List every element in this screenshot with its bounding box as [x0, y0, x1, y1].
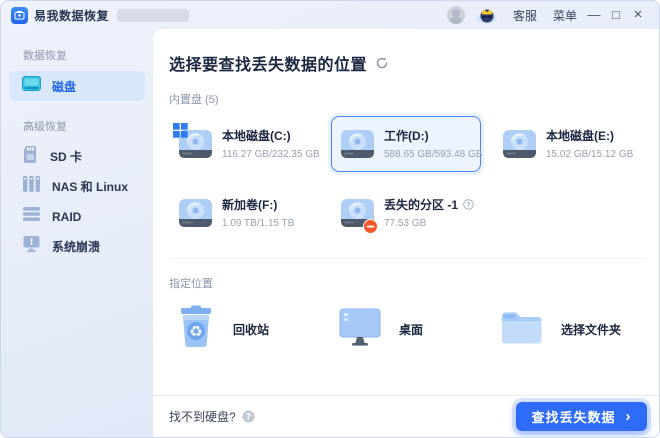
hard-drive-icon — [176, 195, 214, 231]
sidebar-item-raid[interactable]: RAID — [9, 202, 145, 231]
location-label: 选择文件夹 — [561, 321, 621, 338]
raid-array-icon — [22, 206, 41, 227]
lost-partition-badge-icon — [363, 219, 378, 234]
drive-grid: 本地磁盘(C:) 116.27 GB/232.35 GB 工作(D:) — [169, 116, 647, 241]
drive-name: 工作(D:) — [384, 127, 472, 144]
app-title: 易我数据恢复 — [34, 7, 109, 24]
drive-card-d-selected[interactable]: 工作(D:) 588.65 GB/593.48 GB — [331, 116, 481, 172]
location-recycle-bin[interactable]: ♻ 回收站 — [169, 304, 319, 355]
svg-text:?: ? — [246, 413, 251, 423]
drive-card-c[interactable]: 本地磁盘(C:) 116.27 GB/232.35 GB — [169, 116, 319, 172]
drive-capacity: 588.65 GB/593.48 GB — [384, 149, 482, 160]
vip-badge-icon[interactable] — [475, 6, 499, 24]
drive-card-f[interactable]: 新加卷(F:) 1.09 TB/1.15 TB — [169, 185, 319, 241]
hard-drive-icon — [500, 126, 538, 162]
folder-icon — [499, 308, 545, 351]
section-divider — [169, 258, 647, 259]
internal-drives-label: 内置盘 (5) — [169, 91, 647, 107]
location-desktop[interactable]: 桌面 — [331, 304, 481, 355]
minimize-icon[interactable]: — — [583, 1, 605, 29]
location-select-folder[interactable]: 选择文件夹 — [493, 304, 643, 355]
drive-capacity: 116.27 GB/232.35 GB — [222, 149, 320, 160]
maximize-icon[interactable]: □ — [605, 1, 627, 29]
drive-name: 本地磁盘(E:) — [546, 127, 633, 144]
sidebar-item-system-crash[interactable]: ! 系统崩溃 — [9, 232, 145, 261]
drive-card-lost-partition[interactable]: 丢失的分区 -1 ? 77.53 GB — [331, 185, 481, 241]
hard-drive-icon — [338, 195, 376, 231]
location-label: 回收站 — [233, 321, 269, 338]
drive-capacity: 15.02 GB/15.12 GB — [546, 149, 633, 160]
svg-text:♻: ♻ — [189, 323, 202, 341]
system-crash-icon: ! — [22, 235, 41, 258]
help-circle-icon[interactable]: ? — [242, 410, 255, 423]
drive-name: 新加卷(F:) — [222, 196, 294, 213]
chevron-right-icon: › — [626, 409, 632, 424]
app-window: 易我数据恢复 客服 菜单 — □ × 数据恢复 磁盘 — [0, 0, 660, 438]
recycle-bin-icon: ♻ — [175, 304, 217, 355]
main-panel: 选择要查找丢失数据的位置 内置盘 (5) 本地磁盘(C:) — [153, 29, 659, 437]
menu-link[interactable]: 菜单 — [553, 7, 577, 24]
specified-location-label: 指定位置 — [169, 275, 647, 291]
sidebar-item-label: SD 卡 — [50, 148, 82, 165]
cant-find-drive-link[interactable]: 找不到硬盘? ? — [169, 408, 255, 425]
redacted-version-text — [117, 9, 189, 22]
sidebar-item-label: 系统崩溃 — [52, 238, 100, 255]
page-title: 选择要查找丢失数据的位置 — [169, 51, 367, 75]
desktop-icon — [337, 306, 383, 353]
titlebar: 易我数据恢复 客服 菜单 — □ × — [1, 1, 659, 29]
drive-name: 丢失的分区 -1 ? — [384, 196, 472, 213]
refresh-icon[interactable] — [375, 56, 389, 70]
disk-icon — [22, 76, 41, 96]
drive-capacity: 77.53 GB — [384, 218, 426, 229]
svg-text:?: ? — [466, 201, 470, 209]
sidebar-item-label: RAID — [52, 210, 81, 224]
sidebar-item-label: NAS 和 Linux — [52, 178, 128, 195]
sidebar-item-sd-card[interactable]: SD 卡 — [9, 142, 145, 171]
user-avatar[interactable] — [447, 6, 465, 24]
sidebar-item-label: 磁盘 — [52, 78, 76, 95]
sidebar-section-data-recovery: 数据恢复 — [1, 39, 153, 70]
scan-for-lost-data-button[interactable]: 查找丢失数据 › — [516, 402, 647, 431]
sidebar-item-disk[interactable]: 磁盘 — [9, 71, 145, 101]
help-circle-icon[interactable]: ? — [463, 199, 474, 210]
app-logo-icon — [11, 7, 28, 24]
nas-server-icon — [22, 175, 41, 198]
sidebar: 数据恢复 磁盘 高级恢复 SD 卡 NAS 和 Linux — [1, 29, 153, 437]
sidebar-section-advanced-recovery: 高级恢复 — [1, 110, 153, 141]
drive-capacity: 1.09 TB/1.15 TB — [222, 218, 294, 229]
close-icon[interactable]: × — [627, 1, 649, 29]
sidebar-item-nas-linux[interactable]: NAS 和 Linux — [9, 172, 145, 201]
location-row: ♻ 回收站 桌面 选择文件夹 — [169, 304, 647, 355]
support-link[interactable]: 客服 — [513, 7, 537, 24]
svg-text:!: ! — [29, 238, 33, 248]
drive-card-e[interactable]: 本地磁盘(E:) 15.02 GB/15.12 GB — [493, 116, 643, 172]
hard-drive-icon — [338, 126, 376, 162]
location-label: 桌面 — [399, 321, 423, 338]
hard-drive-icon — [176, 126, 214, 162]
drive-name: 本地磁盘(C:) — [222, 127, 310, 144]
windows-logo-icon — [173, 123, 188, 138]
footer-bar: 找不到硬盘? ? 查找丢失数据 › — [153, 395, 659, 437]
sd-card-icon — [22, 145, 39, 169]
